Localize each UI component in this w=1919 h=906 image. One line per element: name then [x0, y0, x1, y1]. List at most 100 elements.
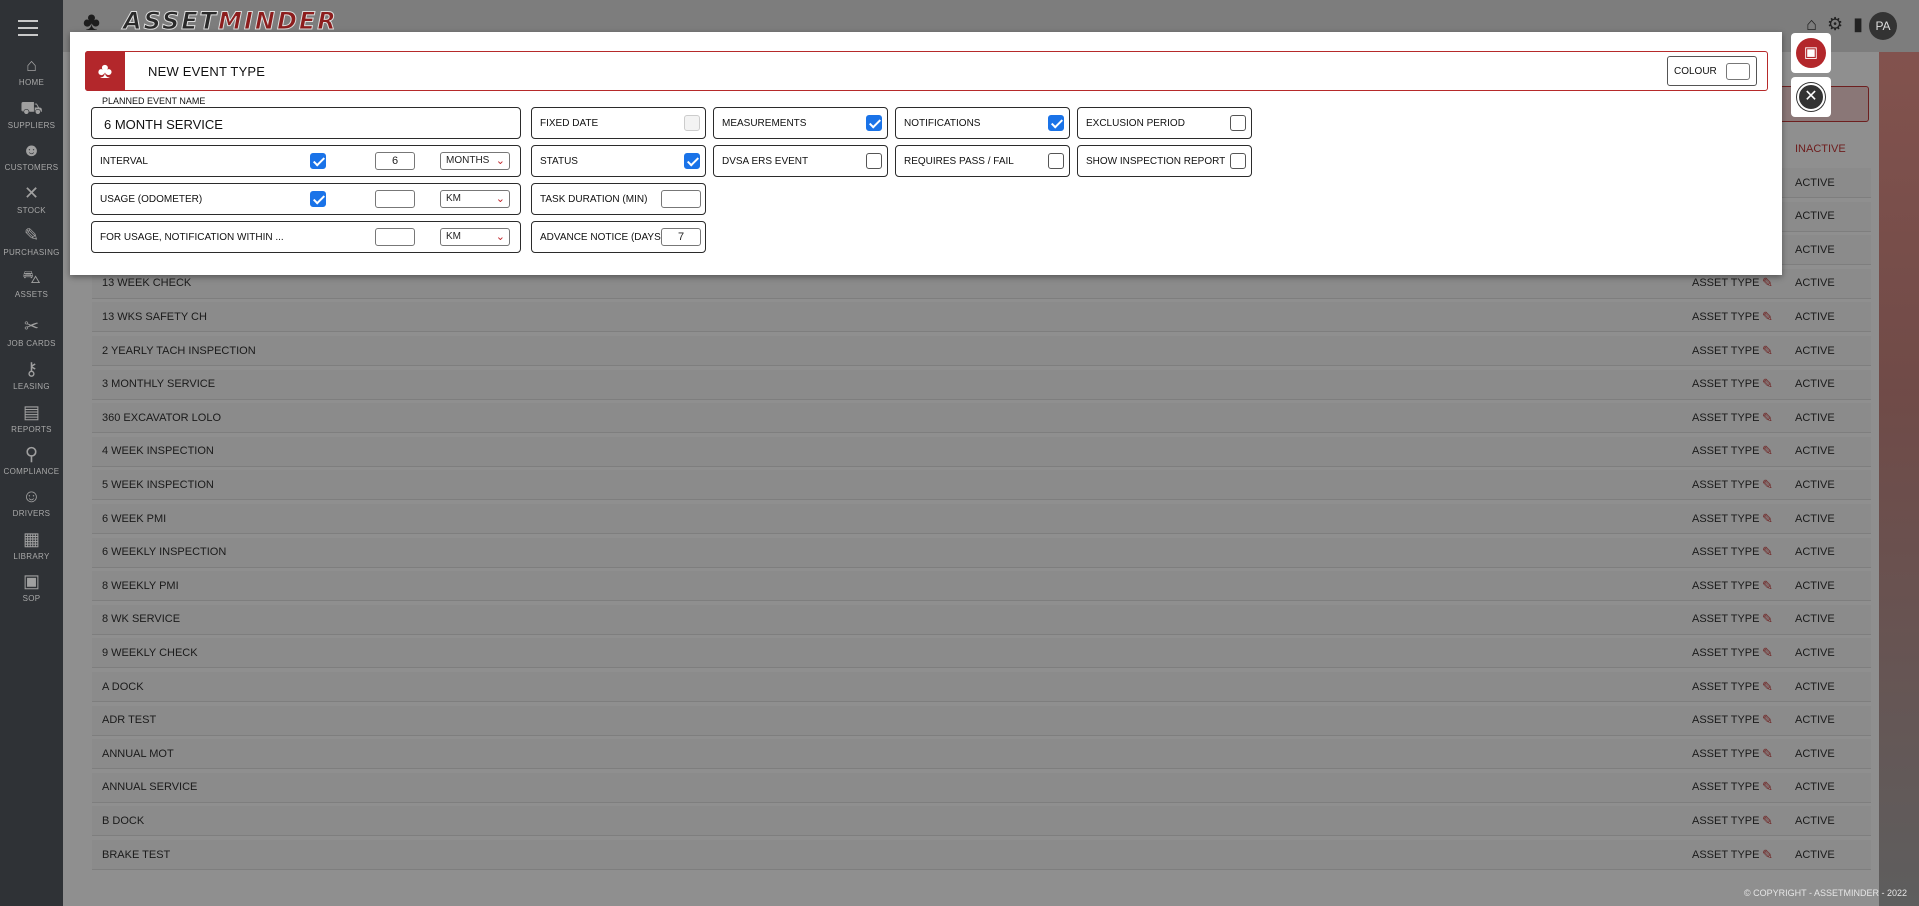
table-row[interactable]: 6 WEEK PMI ASSET TYPE ✎ ACTIVE: [92, 504, 1871, 534]
table-row[interactable]: ANNUAL MOT ASSET TYPE ✎ ACTIVE: [92, 739, 1871, 770]
dvsa-ers-event-checkbox[interactable]: [866, 153, 882, 169]
sidebar-item-home[interactable]: ⌂ HOME: [0, 56, 63, 87]
sidebar-item-label: PURCHASING: [3, 248, 60, 257]
status-label: ACTIVE: [1795, 579, 1835, 592]
table-row[interactable]: BRAKE TEST ASSET TYPE ✎ ACTIVE: [92, 840, 1871, 870]
edit-icon[interactable]: ✎: [1762, 780, 1776, 794]
interval-unit-select[interactable]: MONTHS ⌄: [440, 152, 510, 170]
table-row[interactable]: 13 WKS SAFETY CH ASSET TYPE ✎ ACTIVE: [92, 302, 1871, 333]
edit-icon[interactable]: ✎: [1762, 813, 1776, 828]
interval-value-input[interactable]: 6: [375, 152, 415, 170]
advance-notice-input[interactable]: 7: [661, 228, 701, 246]
show-inspection-report-field: SHOW INSPECTION REPORT: [1077, 145, 1252, 177]
sidebar-item-leasing[interactable]: ⚷ LEASING: [0, 360, 63, 391]
table-row[interactable]: 360 EXCAVATOR LOLO ASSET TYPE ✎ ACTIVE: [92, 403, 1871, 434]
requires-pass-fail-checkbox[interactable]: [1048, 153, 1064, 169]
gear-icon[interactable]: ⚙: [1827, 14, 1843, 35]
save-button[interactable]: ▣: [1791, 33, 1831, 73]
interval-checkbox[interactable]: [310, 153, 326, 169]
table-row[interactable]: 5 WEEK INSPECTION ASSET TYPE ✎ ACTIVE: [92, 470, 1871, 501]
table-row[interactable]: B DOCK ASSET TYPE ✎ ACTIVE: [92, 806, 1871, 837]
sidebar-item-assets[interactable]: ⛍ ASSETS: [0, 268, 63, 299]
sidebar-item-suppliers[interactable]: ⛟ SUPPLIERS: [0, 99, 63, 130]
for-usage-unit-select[interactable]: KM ⌄: [440, 228, 510, 246]
planned-event-name-field[interactable]: 6 MONTH SERVICE: [91, 107, 521, 139]
edit-icon[interactable]: ✎: [1762, 847, 1776, 862]
sidebar-item-label: STOCK: [17, 206, 46, 215]
status-label: ACTIVE: [1795, 411, 1835, 424]
sidebar-item-label: DRIVERS: [12, 509, 51, 518]
notifications-checkbox[interactable]: [1048, 115, 1064, 131]
edit-icon[interactable]: ✎: [1762, 410, 1776, 425]
edit-icon[interactable]: ✎: [1762, 444, 1776, 458]
avatar[interactable]: PA: [1869, 12, 1897, 40]
table-row[interactable]: 6 WEEKLY INSPECTION ASSET TYPE ✎ ACTIVE: [92, 537, 1871, 568]
status-label: ACTIVE: [1795, 646, 1835, 659]
show-inspection-report-checkbox[interactable]: [1230, 153, 1246, 169]
sidebar-item-reports[interactable]: ▤ REPORTS: [0, 403, 63, 434]
show-inspection-report-label: SHOW INSPECTION REPORT: [1086, 156, 1226, 167]
edit-icon[interactable]: ✎: [1762, 545, 1776, 559]
dvsa-ers-event-label: DVSA ERS EVENT: [722, 156, 809, 167]
sidebar-item-stock[interactable]: ✕ STOCK: [0, 184, 63, 215]
table-row[interactable]: 9 WEEKLY CHECK ASSET TYPE ✎ ACTIVE: [92, 638, 1871, 669]
for-usage-value-input[interactable]: [375, 228, 415, 246]
usage-checkbox[interactable]: [310, 191, 326, 207]
event-scope: ASSET TYPE: [1692, 814, 1760, 827]
status-checkbox[interactable]: [684, 153, 700, 169]
sidebar-item-customers[interactable]: ☻ CUSTOMERS: [0, 141, 63, 172]
event-name: ADR TEST: [102, 714, 157, 727]
info-icon[interactable]: ▮: [1853, 14, 1863, 35]
table-row[interactable]: 8 WK SERVICE ASSET TYPE ✎ ACTIVE: [92, 604, 1871, 635]
edit-icon[interactable]: ✎: [1762, 679, 1776, 694]
sidebar-item-job-cards[interactable]: ✂ JOB CARDS: [0, 317, 63, 348]
table-row[interactable]: ANNUAL SERVICE ASSET TYPE ✎ ACTIVE: [92, 772, 1871, 803]
table-row[interactable]: 4 WEEK INSPECTION ASSET TYPE ✎ ACTIVE: [92, 436, 1871, 467]
edit-icon[interactable]: ✎: [1762, 645, 1776, 660]
sidebar-item-compliance[interactable]: ⚲ COMPLIANCE: [0, 445, 63, 476]
usage-unit-select[interactable]: KM ⌄: [440, 190, 510, 208]
chevron-down-icon: ⌄: [495, 155, 505, 167]
status-label: ACTIVE: [1795, 814, 1835, 827]
table-row[interactable]: 8 WEEKLY PMI ASSET TYPE ✎ ACTIVE: [92, 571, 1871, 602]
requires-pass-fail-field: REQUIRES PASS / FAIL: [895, 145, 1070, 177]
colour-picker[interactable]: COLOUR: [1667, 56, 1757, 86]
sidebar-item-sop[interactable]: ▣ SOP: [0, 572, 63, 603]
event-name: A DOCK: [102, 680, 144, 693]
event-name: 4 WEEK INSPECTION: [102, 445, 214, 458]
close-button[interactable]: ✕: [1791, 77, 1831, 117]
table-row[interactable]: 3 MONTHLY SERVICE ASSET TYPE ✎ ACTIVE: [92, 369, 1871, 400]
sidebar-item-label: SOP: [22, 594, 41, 603]
fixed-date-checkbox[interactable]: [684, 115, 700, 131]
table-row[interactable]: A DOCK ASSET TYPE ✎ ACTIVE: [92, 672, 1871, 702]
event-name: ANNUAL MOT: [102, 747, 174, 760]
edit-icon[interactable]: ✎: [1762, 276, 1776, 290]
chevron-down-icon: ⌄: [495, 193, 505, 205]
edit-icon[interactable]: ✎: [1762, 477, 1776, 492]
menu-icon[interactable]: [18, 20, 38, 36]
sidebar-item-drivers[interactable]: ☺ DRIVERS: [0, 487, 63, 518]
measurements-checkbox[interactable]: [866, 115, 882, 131]
edit-icon[interactable]: ✎: [1762, 713, 1776, 727]
edit-icon[interactable]: ✎: [1762, 578, 1776, 593]
edit-icon[interactable]: ✎: [1762, 746, 1776, 761]
usage-value-input[interactable]: [375, 190, 415, 208]
status-field: STATUS: [531, 145, 706, 177]
edit-icon[interactable]: ✎: [1762, 377, 1776, 391]
table-row[interactable]: 2 YEARLY TACH INSPECTION ASSET TYPE ✎ ACTIV…: [92, 336, 1871, 366]
task-duration-field: TASK DURATION (MIN): [531, 183, 706, 215]
sidebar-item-purchasing[interactable]: ✎ PURCHASING: [0, 226, 63, 257]
sidebar-item-library[interactable]: ▦ LIBRARY: [0, 530, 63, 561]
task-duration-input[interactable]: [661, 190, 701, 208]
exclusion-period-checkbox[interactable]: [1230, 115, 1246, 131]
colour-swatch[interactable]: [1726, 63, 1750, 80]
edit-icon[interactable]: ✎: [1762, 343, 1776, 358]
table-row[interactable]: ADR TEST ASSET TYPE ✎ ACTIVE: [92, 705, 1871, 736]
event-scope: ASSET TYPE: [1692, 579, 1760, 592]
edit-icon[interactable]: ✎: [1762, 612, 1776, 626]
inactive-column-header[interactable]: INACTIVE: [1795, 143, 1846, 155]
event-scope: ASSET TYPE: [1692, 445, 1760, 458]
edit-icon[interactable]: ✎: [1762, 309, 1776, 324]
home-icon[interactable]: ⌂: [1806, 14, 1817, 35]
edit-icon[interactable]: ✎: [1762, 511, 1776, 526]
